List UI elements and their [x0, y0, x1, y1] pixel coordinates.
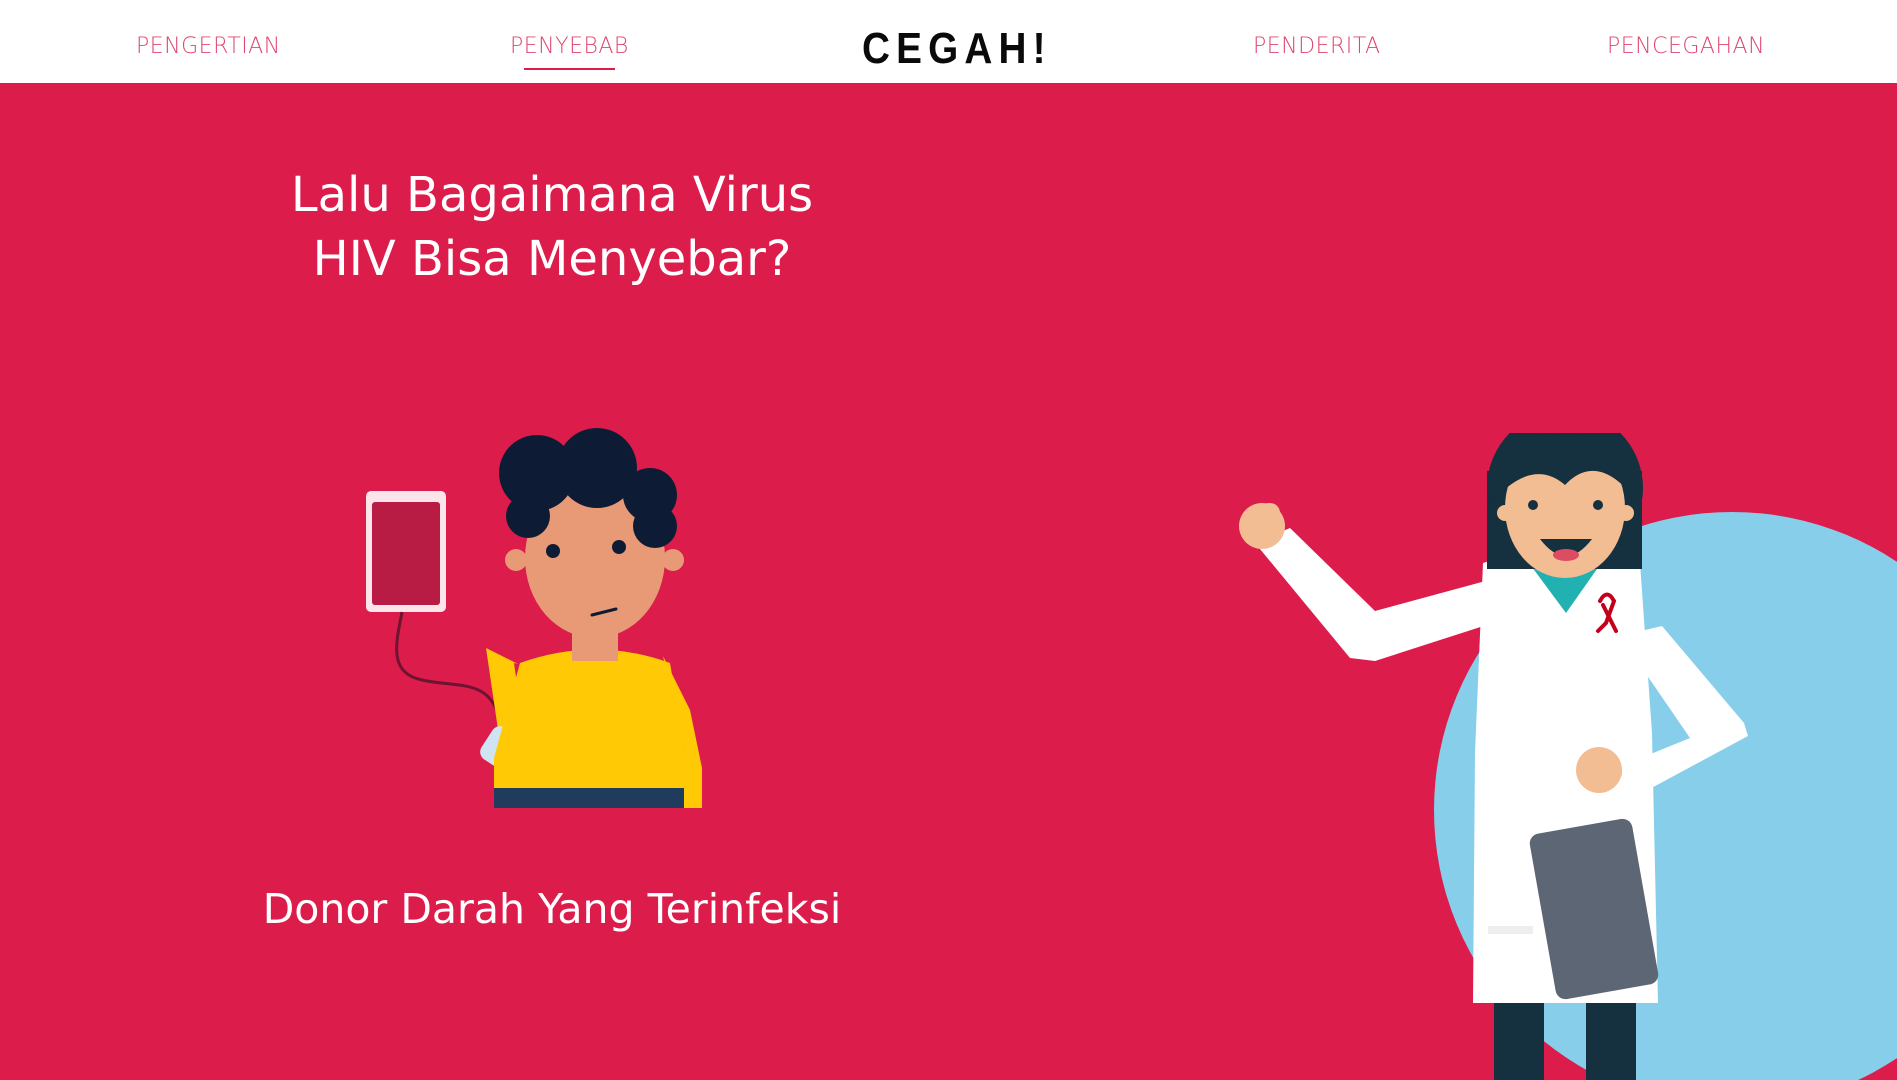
site-logo[interactable]: CEGAH! [862, 24, 1052, 74]
hero-section: Lalu Bagaimana Virus HIV Bisa Menyebar? [0, 83, 1897, 1080]
doctor-illustration [1239, 433, 1897, 1080]
hero-caption: Donor Darah Yang Terinfeksi [262, 885, 842, 933]
nav-link-pengertian[interactable]: PENGERTIAN [136, 34, 281, 59]
blood-donor-illustration [366, 428, 702, 808]
hero-title-line2: HIV Bisa Menyebar? [312, 231, 792, 287]
nav-link-pencegahan[interactable]: PENCEGAHAN [1607, 34, 1765, 59]
nav-link-penyebab[interactable]: PENYEBAB [510, 34, 629, 70]
blood-bag-icon [366, 491, 446, 612]
nav-link-penderita[interactable]: PENDERITA [1253, 34, 1381, 59]
top-navbar: PENGERTIAN PENYEBAB CEGAH! PENDERITA PEN… [0, 0, 1897, 83]
hero-title: Lalu Bagaimana Virus HIV Bisa Menyebar? [252, 163, 852, 291]
hero-title-line1: Lalu Bagaimana Virus [290, 167, 814, 223]
